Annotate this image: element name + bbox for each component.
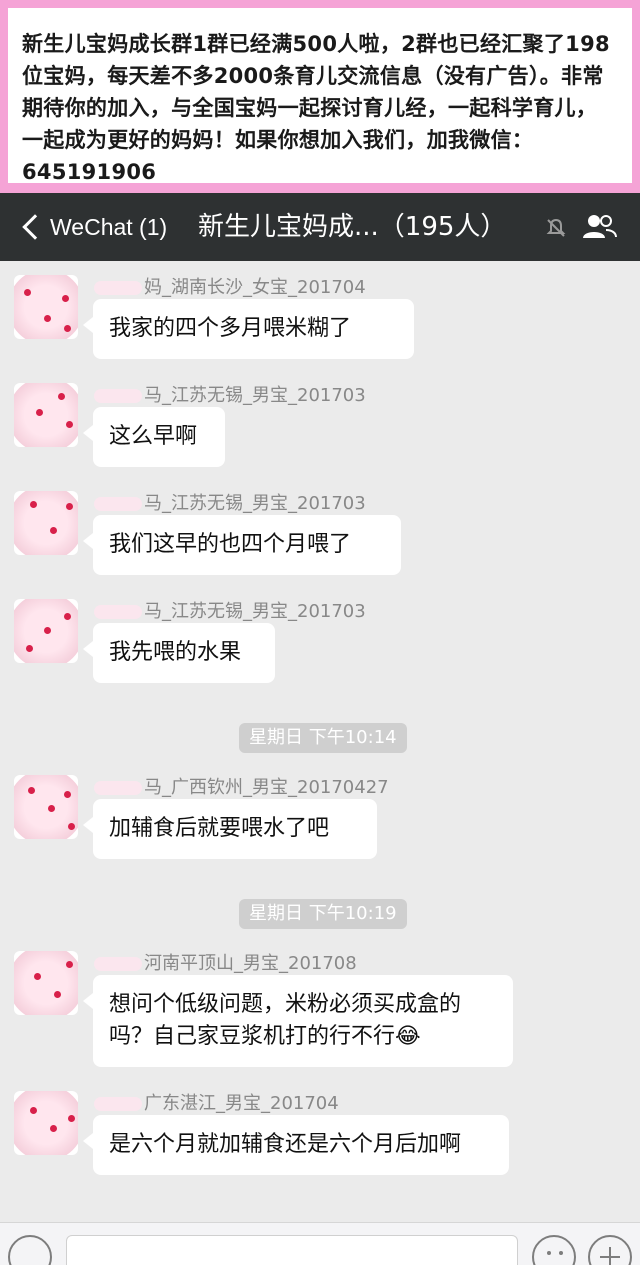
sender-nickname: 河南平顶山_男宝_201708	[94, 949, 357, 975]
message-bubble[interactable]: 想问个低级问题，米粉必须买成盒的吗？自己家豆浆机打的行不行😂	[83, 975, 513, 1067]
sender-nickname: 广东湛江_男宝_201704	[94, 1089, 339, 1115]
promo-text: 新生儿宝妈成长群1群已经满500人啦，2群也已经汇聚了198位宝妈，每天差不多2…	[8, 8, 632, 184]
chat-title: 新生儿宝妈成...（195人）	[198, 212, 507, 242]
timestamp: 星期日 下午10:19	[239, 899, 407, 929]
message-bubble[interactable]: 我家的四个多月喂米糊了	[83, 299, 414, 359]
message-bubble[interactable]: 加辅食后就要喂水了吧	[83, 799, 377, 859]
back-label: WeChat (1)	[50, 213, 168, 240]
voice-icon[interactable]	[8, 1235, 52, 1265]
chat-navbar: WeChat (1) 新生儿宝妈成...（195人）	[0, 193, 640, 261]
avatar[interactable]	[14, 599, 78, 663]
sender-nickname: 马_江苏无锡_男宝_201703	[94, 597, 366, 623]
timestamp: 星期日 下午10:14	[239, 723, 407, 753]
plus-icon[interactable]	[588, 1235, 632, 1265]
message-input[interactable]	[66, 1235, 518, 1265]
sender-nickname: 马_广西钦州_男宝_20170427	[94, 773, 389, 799]
avatar[interactable]	[14, 775, 78, 839]
group-members-button[interactable]	[582, 193, 618, 261]
sender-nickname: 妈_湖南长沙_女宝_201704	[94, 273, 366, 299]
message-bubble[interactable]: 我们这早的也四个月喂了	[83, 515, 401, 575]
mute-bell-icon	[546, 218, 566, 237]
avatar[interactable]	[14, 383, 78, 447]
avatar[interactable]	[14, 275, 78, 339]
message-bubble[interactable]: 这么早啊	[83, 407, 225, 467]
message-bubble[interactable]: 我先喂的水果	[83, 623, 275, 683]
back-button[interactable]: WeChat (1)	[16, 193, 167, 261]
promo-banner: 新生儿宝妈成长群1群已经满500人啦，2群也已经汇聚了198位宝妈，每天差不多2…	[0, 0, 640, 193]
avatar[interactable]	[14, 491, 78, 555]
sender-nickname: 马_江苏无锡_男宝_201703	[94, 489, 366, 515]
avatar[interactable]	[14, 1091, 78, 1155]
avatar[interactable]	[14, 951, 78, 1015]
group-members-icon	[583, 215, 617, 238]
input-bar	[0, 1222, 640, 1265]
sender-nickname: 马_江苏无锡_男宝_201703	[94, 381, 366, 407]
emoji-icon[interactable]	[532, 1235, 576, 1265]
back-chevron-icon	[22, 214, 48, 240]
message-bubble[interactable]: 是六个月就加辅食还是六个月后加啊	[83, 1115, 509, 1175]
chat-area[interactable]: 妈_湖南长沙_女宝_201704 我家的四个多月喂米糊了 马_江苏无锡_男宝_2…	[0, 261, 640, 1221]
